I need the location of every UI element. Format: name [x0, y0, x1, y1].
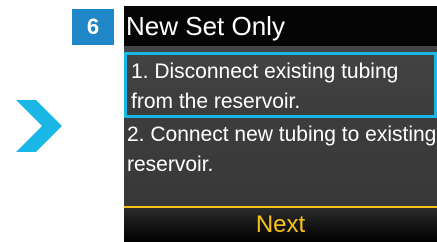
chevron-right-icon — [16, 100, 62, 152]
step-item-connect[interactable]: 2. Connect new tubing to existing reserv… — [124, 120, 437, 184]
next-button-label: Next — [255, 211, 306, 238]
step-item-disconnect[interactable]: 1. Disconnect existing tubing from the r… — [124, 52, 437, 118]
step-number-badge: 6 — [72, 9, 114, 45]
step-number: 6 — [86, 14, 100, 39]
next-button[interactable]: Next — [124, 208, 437, 242]
screen-title: New Set Only — [124, 6, 437, 46]
device-screen: New Set Only 1. Disconnect existing tubi… — [124, 6, 437, 242]
